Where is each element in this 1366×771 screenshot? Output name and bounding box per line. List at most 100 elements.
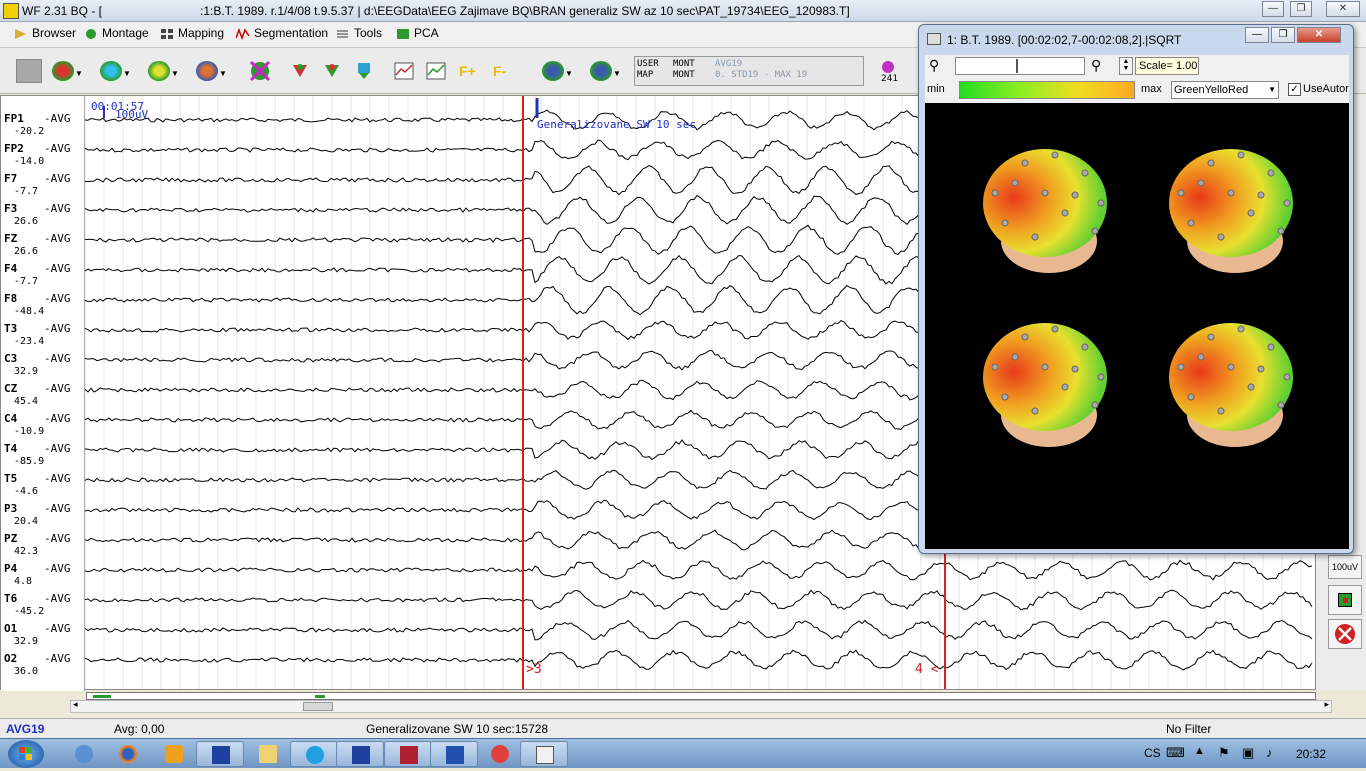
taskbar-explorer[interactable]: [244, 741, 292, 767]
palette-select[interactable]: GreenYelloRed ▼: [1171, 81, 1279, 99]
channel-name: F7: [4, 172, 18, 185]
maximize-button[interactable]: ❐: [1290, 1, 1312, 17]
slider-thumb[interactable]: [1016, 59, 1018, 73]
channel-label-t4[interactable]: T4 -AVG -85.9: [4, 442, 84, 472]
network-icon[interactable]: ▣: [1242, 745, 1254, 761]
menu-browser[interactable]: Browser: [14, 26, 76, 44]
channel-label-cz[interactable]: CZ -AVG 45.4: [4, 382, 84, 412]
flag-icon[interactable]: ⚑: [1218, 745, 1230, 761]
taskbar-app-red[interactable]: [476, 741, 524, 767]
toolbar-map-button-2[interactable]: ▼: [94, 56, 131, 86]
taskbar-media-player[interactable]: [150, 741, 198, 767]
toolbar-down-button-1[interactable]: [284, 56, 318, 86]
toolbar-electrode-button-1[interactable]: ▼: [536, 56, 573, 86]
channel-label-f7[interactable]: F7 -AVG -7.7: [4, 172, 84, 202]
toolbar-chart-button-2[interactable]: [420, 56, 454, 86]
taskbar: CS ⌨ ▲ ⚑ ▣ ♪ 20:32: [0, 738, 1366, 768]
menu-montage[interactable]: Montage: [84, 26, 149, 44]
menu-mapping[interactable]: Mapping: [160, 26, 224, 44]
amplitude-scale-button[interactable]: 100uV: [1328, 555, 1362, 579]
toolbar-electrode-button-2[interactable]: ▼: [584, 56, 621, 86]
start-button[interactable]: [8, 740, 44, 768]
toolbar-clear-button[interactable]: [244, 56, 278, 86]
channel-label-c4[interactable]: C4 -AVG -10.9: [4, 412, 84, 442]
use-auto-checkbox[interactable]: ✓: [1288, 83, 1301, 96]
channel-label-o1[interactable]: O1 -AVG 32.9: [4, 622, 84, 652]
popup-maximize-button[interactable]: ❐: [1271, 27, 1295, 43]
volume-icon[interactable]: ♪: [1266, 745, 1273, 760]
channel-ref: -AVG: [44, 202, 71, 215]
menu-pca[interactable]: PCA: [396, 26, 439, 44]
close-button[interactable]: ✕: [1326, 1, 1360, 17]
taskbar-save-app-2[interactable]: [336, 741, 384, 767]
clock[interactable]: 20:32: [1296, 747, 1326, 761]
zoom-in-icon[interactable]: ⚲: [1091, 57, 1101, 74]
electrode-dot: [1051, 151, 1059, 159]
channel-label-fp1[interactable]: FP1 -AVG -20.2: [4, 112, 84, 142]
channel-name: FZ: [4, 232, 18, 245]
channel-label-f3[interactable]: F3 -AVG 26.6: [4, 202, 84, 232]
minimize-button[interactable]: —: [1262, 1, 1284, 17]
channel-label-o2[interactable]: O2 -AVG 36.0: [4, 652, 84, 682]
scrollbar-thumb[interactable]: [303, 702, 333, 711]
electrode-dot: [1091, 227, 1099, 235]
channel-label-c3[interactable]: C3 -AVG 32.9: [4, 352, 84, 382]
tray-arrow-icon[interactable]: ▲: [1194, 745, 1205, 757]
taskbar-wf-app[interactable]: [520, 741, 568, 767]
popup-minimize-button[interactable]: —: [1245, 27, 1269, 43]
channel-label-p3[interactable]: P3 -AVG 20.4: [4, 502, 84, 532]
toolbar-f-minus-button[interactable]: F-: [486, 56, 520, 86]
channel-ref: -AVG: [44, 142, 71, 155]
toolbar-241-button[interactable]: 241: [872, 56, 906, 86]
scale-input[interactable]: Scale= 1.00: [1135, 57, 1199, 75]
f-minus-icon: F-: [493, 63, 507, 79]
toolbar-gray-button[interactable]: [12, 56, 46, 86]
toolbar-map-button-1[interactable]: ▼: [46, 56, 83, 86]
chart-plus-icon: [426, 62, 446, 80]
channel-label-fz[interactable]: FZ -AVG 26.6: [4, 232, 84, 262]
segment-marker-right[interactable]: 4 <: [915, 662, 938, 677]
segment-marker-left[interactable]: >3: [526, 662, 542, 677]
popup-close-button[interactable]: ✕: [1297, 27, 1341, 43]
toolbar-chart-button-1[interactable]: [388, 56, 422, 86]
channel-label-fp2[interactable]: FP2 -AVG -14.0: [4, 142, 84, 172]
zoom-out-icon[interactable]: ⚲: [929, 57, 939, 74]
channel-label-t5[interactable]: T5 -AVG -4.6: [4, 472, 84, 502]
head-map-canvas[interactable]: [925, 103, 1349, 549]
cancel-button[interactable]: [1328, 619, 1362, 649]
scroll-right-icon[interactable]: ▸: [1324, 699, 1329, 710]
taskbar-access[interactable]: [384, 741, 432, 767]
taskbar-word[interactable]: [430, 741, 478, 767]
toolbar-down-button-3[interactable]: [348, 56, 382, 86]
taskbar-skype[interactable]: [290, 741, 338, 767]
toolbar-map-button-4[interactable]: ▼: [190, 56, 227, 86]
channel-name: T6: [4, 592, 18, 605]
channel-value: 4.8: [14, 576, 33, 587]
horizontal-scrollbar[interactable]: ◂ ▸: [70, 699, 1332, 713]
taskbar-save-app-1[interactable]: [196, 741, 244, 767]
taskbar-firefox[interactable]: [104, 741, 152, 767]
channel-label-t3[interactable]: T3 -AVG -23.4: [4, 322, 84, 352]
record-button[interactable]: [1328, 585, 1362, 615]
channel-label-pz[interactable]: PZ -AVG 42.3: [4, 532, 84, 562]
taskbar-search-app[interactable]: [60, 741, 108, 767]
overview-bar[interactable]: [86, 692, 1316, 700]
keyboard-icon[interactable]: ⌨: [1166, 745, 1185, 761]
map-export-icon: [358, 63, 370, 79]
scroll-left-icon[interactable]: ◂: [73, 699, 78, 710]
channel-label-f4[interactable]: F4 -AVG -7.7: [4, 262, 84, 292]
map-popup-window[interactable]: 1: B.T. 1989. [00:02:02,7-00:02:08,2].|S…: [918, 24, 1354, 554]
language-indicator[interactable]: CS: [1144, 746, 1161, 760]
channel-value: 45.4: [14, 396, 39, 407]
menu-tools[interactable]: Tools: [336, 26, 382, 44]
time-slider[interactable]: [955, 57, 1085, 75]
scale-spinner[interactable]: ▲ ▼: [1119, 57, 1133, 75]
toolbar-f-plus-button[interactable]: F+: [452, 56, 486, 86]
channel-label-p4[interactable]: P4 -AVG 4.8: [4, 562, 84, 592]
toolbar-down-button-2[interactable]: [316, 56, 350, 86]
menu-segmentation[interactable]: Segmentation: [235, 26, 328, 44]
channel-label-t6[interactable]: T6 -AVG -45.2: [4, 592, 84, 622]
record-icon: [1338, 593, 1352, 607]
toolbar-map-button-3[interactable]: ▼: [142, 56, 179, 86]
channel-label-f8[interactable]: F8 -AVG -48.4: [4, 292, 84, 322]
